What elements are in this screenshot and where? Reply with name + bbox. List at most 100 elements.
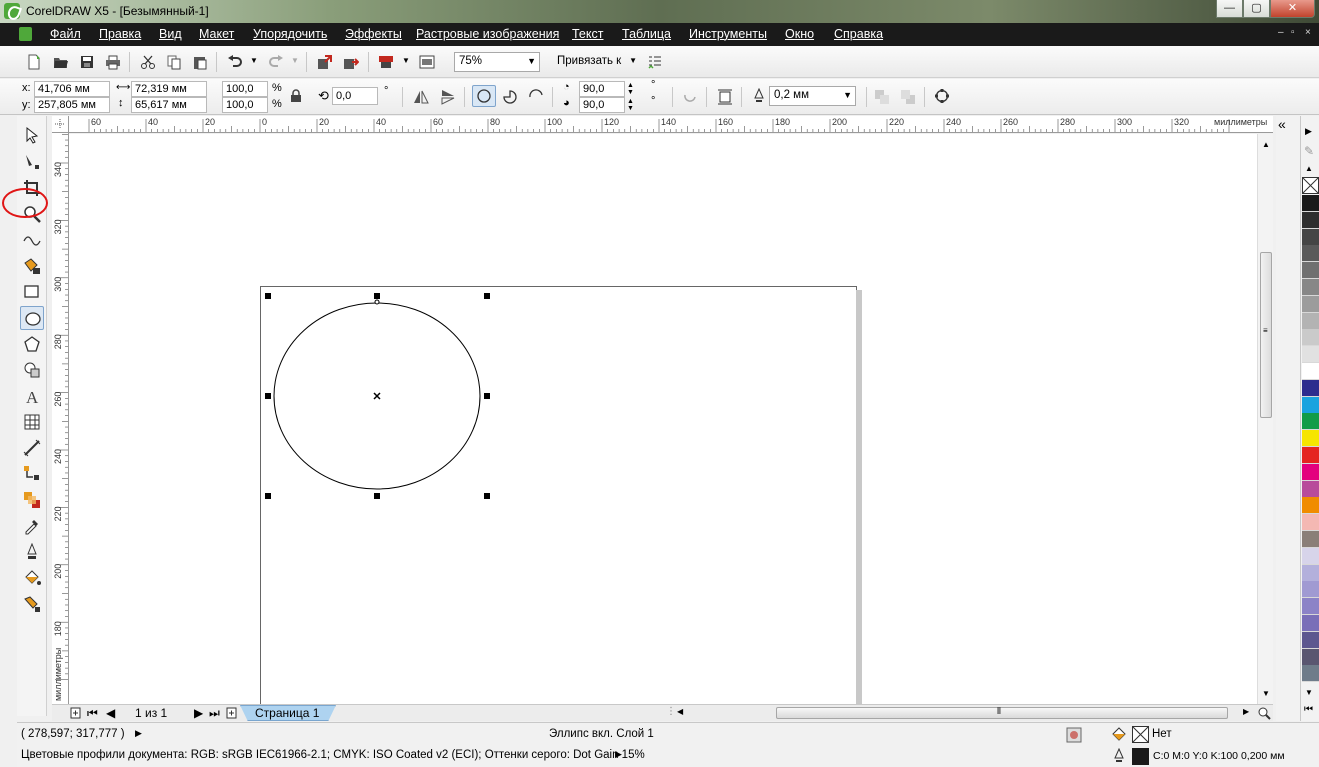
y-position-field[interactable]: 257,805 мм — [34, 97, 110, 113]
palette-swatch[interactable] — [1302, 430, 1319, 448]
document-menu-icon[interactable] — [19, 27, 32, 41]
no-color-swatch[interactable] — [1302, 177, 1319, 194]
change-direction-icon[interactable] — [682, 89, 698, 105]
rotation-field[interactable]: 0,0 — [332, 87, 378, 105]
scale-y-field[interactable]: 100,0 — [222, 97, 268, 113]
palette-swatch[interactable] — [1302, 598, 1319, 616]
close-button[interactable]: ✕ — [1270, 0, 1315, 18]
ruler-origin[interactable] — [52, 116, 69, 133]
add-page-before-icon[interactable] — [70, 707, 81, 719]
minimize-button[interactable]: — — [1216, 0, 1243, 18]
add-page-after-icon[interactable] — [226, 707, 237, 719]
fill-none-swatch[interactable] — [1132, 726, 1149, 743]
outline-width-combo[interactable]: 0,2 мм ▼ — [769, 86, 856, 106]
scroll-up-arrow-icon[interactable]: ▲ — [1262, 140, 1270, 149]
palette-swatch[interactable] — [1302, 195, 1319, 212]
dimension-tool-icon[interactable] — [23, 439, 41, 457]
to-back-icon[interactable] — [900, 89, 916, 105]
color-proof-icon[interactable] — [1066, 727, 1082, 743]
palette-swatch[interactable] — [1302, 581, 1319, 599]
palette-swatch[interactable] — [1302, 245, 1319, 263]
menu-tools[interactable]: Инструменты — [689, 27, 767, 41]
palette-swatch[interactable] — [1302, 379, 1319, 397]
palette-swatch[interactable] — [1302, 295, 1319, 313]
table-tool-icon[interactable] — [23, 413, 41, 431]
lock-ratio-icon[interactable] — [290, 89, 302, 103]
menu-edit[interactable]: Правка — [99, 27, 141, 41]
blend-tool-icon[interactable] — [23, 491, 41, 509]
text-tool-icon[interactable]: A — [23, 387, 41, 405]
start-angle-spinner[interactable]: ▲ ▼ — [627, 82, 634, 96]
application-launcher-icon[interactable] — [378, 54, 394, 70]
coreldraw-app-icon[interactable] — [4, 3, 20, 19]
next-page-button[interactable]: ▶ — [194, 706, 203, 720]
palette-swatch[interactable] — [1302, 665, 1319, 683]
palette-scroll-up-icon[interactable]: ▲ — [1305, 164, 1313, 173]
status-expand-arrow-icon[interactable]: ▶ — [135, 728, 142, 739]
cut-icon[interactable] — [140, 54, 156, 70]
paste-icon[interactable] — [192, 54, 208, 70]
drawing-canvas[interactable] — [69, 134, 1257, 704]
start-angle-field[interactable]: 90,0 — [579, 81, 625, 97]
snap-options-icon[interactable] — [647, 54, 663, 70]
menu-view[interactable]: Вид — [159, 27, 182, 41]
vertical-scrollbar[interactable]: ▲ ≡ ▼ — [1257, 134, 1273, 704]
print-icon[interactable] — [105, 54, 121, 70]
menu-window[interactable]: Окно — [785, 27, 814, 41]
copy-icon[interactable] — [166, 54, 182, 70]
rectangle-tool-icon[interactable] — [23, 283, 41, 301]
splitter-handle[interactable]: ⋮ — [666, 706, 676, 717]
outline-tool-icon[interactable] — [23, 543, 41, 561]
pick-tool-icon[interactable] — [23, 126, 41, 144]
scroll-down-arrow-icon[interactable]: ▼ — [1262, 689, 1270, 698]
palette-swatch[interactable] — [1302, 363, 1319, 380]
zoom-level-combo[interactable]: 75% ▼ — [454, 52, 540, 72]
palette-swatch[interactable] — [1302, 648, 1319, 666]
menu-effects[interactable]: Эффекты — [345, 27, 402, 41]
palette-swatch[interactable] — [1302, 413, 1319, 431]
scroll-right-arrow-icon[interactable]: ▶ — [1243, 707, 1249, 716]
connector-tool-icon[interactable] — [23, 465, 41, 483]
menu-text[interactable]: Текст — [572, 27, 603, 41]
palette-swatch[interactable] — [1302, 514, 1319, 532]
welcome-screen-icon[interactable] — [419, 54, 435, 70]
end-angle-field[interactable]: 90,0 — [579, 97, 625, 113]
pie-icon[interactable] — [502, 89, 518, 105]
to-front-icon[interactable] — [874, 89, 890, 105]
doc-minimize-button[interactable]: – — [1278, 27, 1284, 38]
palette-swatch[interactable] — [1302, 228, 1319, 246]
menu-bitmaps[interactable]: Растровые изображения — [416, 27, 559, 41]
palette-swatch[interactable] — [1302, 279, 1319, 296]
palette-eyedropper-icon[interactable]: ✎ — [1304, 144, 1314, 158]
scale-x-field[interactable]: 100,0 — [222, 81, 268, 97]
outline-color-swatch[interactable] — [1132, 748, 1149, 765]
palette-swatch[interactable] — [1302, 447, 1319, 464]
color-profiles-info[interactable]: Цветовые профили документа: RGB: sRGB IE… — [21, 749, 645, 761]
palette-swatch[interactable] — [1302, 312, 1319, 330]
interactive-fill-tool-icon[interactable] — [23, 595, 41, 613]
palette-swatch[interactable] — [1302, 480, 1319, 498]
navigator-zoom-icon[interactable] — [1257, 706, 1271, 720]
palette-swatch[interactable] — [1302, 615, 1319, 632]
height-field[interactable]: 65,617 мм — [131, 97, 207, 113]
palette-end-icon[interactable]: ⏮ — [1304, 704, 1313, 715]
palette-swatch[interactable] — [1302, 547, 1319, 565]
palette-swatch[interactable] — [1302, 396, 1319, 414]
wrap-text-icon[interactable] — [717, 89, 733, 105]
last-page-button[interactable]: ⏭ — [209, 706, 220, 721]
arc-icon[interactable] — [528, 89, 544, 105]
width-field[interactable]: 72,319 мм — [131, 81, 207, 97]
menu-layout[interactable]: Макет — [199, 27, 234, 41]
menu-help[interactable]: Справка — [834, 27, 883, 41]
ellipse-mode-button[interactable] — [472, 85, 496, 107]
maximize-button[interactable]: ▢ — [1243, 0, 1270, 18]
palette-swatch[interactable] — [1302, 497, 1319, 515]
scroll-left-arrow-icon[interactable]: ◀ — [677, 707, 683, 716]
palette-swatch[interactable] — [1302, 211, 1319, 229]
basic-shapes-tool-icon[interactable] — [23, 361, 41, 379]
fill-tool-icon[interactable] — [23, 569, 41, 587]
palette-swatch[interactable] — [1302, 346, 1319, 364]
palette-swatch[interactable] — [1302, 631, 1319, 649]
palette-swatch[interactable] — [1302, 564, 1319, 582]
convert-to-curves-icon[interactable] — [934, 88, 950, 104]
